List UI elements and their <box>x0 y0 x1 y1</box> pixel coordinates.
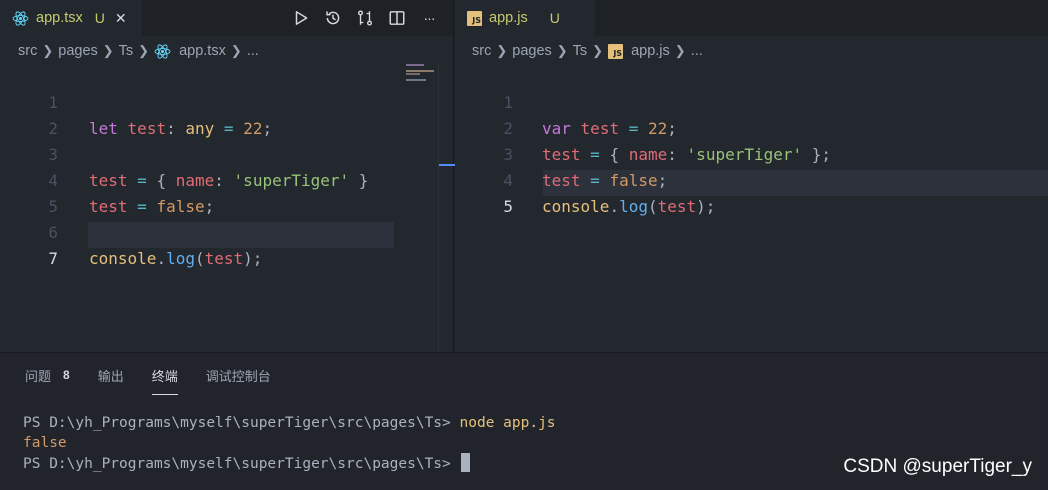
more-icon[interactable]: ··· <box>419 8 439 28</box>
tab-problems[interactable]: 问题 8 <box>25 353 70 397</box>
breadcrumb-file-label: app.js <box>631 43 670 59</box>
problem-count-badge: 8 <box>63 368 70 382</box>
code-line: 7 <box>0 220 58 268</box>
terminal-line: PS D:\yh_Programs\myself\superTiger\src\… <box>23 453 556 473</box>
compare-icon[interactable] <box>355 8 375 28</box>
untracked-badge: U <box>94 10 105 26</box>
tab-label: 输出 <box>97 368 124 384</box>
code-line: 3 test = { name: 'superTiger' } <box>0 116 368 190</box>
breadcrumb-file-label: app.tsx <box>179 43 226 59</box>
breadcrumb-src[interactable]: src <box>18 43 37 59</box>
watermark: CSDN @superTiger_y <box>843 456 1032 477</box>
right-tab-bar: JS app.js U <box>455 0 1048 36</box>
tab-label: 调试控制台 <box>205 368 271 384</box>
chevron-right-icon: ❯ <box>138 43 150 58</box>
react-icon <box>12 10 29 26</box>
left-editor-group: app.tsx U ✕ ··· src ❯ pages ❯ Ts ❯ app.t… <box>0 0 455 352</box>
untracked-badge: U <box>549 10 560 26</box>
breadcrumb-ts[interactable]: Ts <box>573 43 588 59</box>
line-number: 5 <box>503 197 513 216</box>
breadcrumb-pages[interactable]: pages <box>58 43 98 59</box>
chevron-right-icon: ❯ <box>592 43 604 58</box>
code-line: 1 var test = 22; <box>455 64 677 138</box>
chevron-right-icon: ❯ <box>42 43 54 58</box>
tab-debug-console[interactable]: 调试控制台 <box>206 353 271 397</box>
terminal-cursor <box>460 453 470 472</box>
code-line: 4 console.log(test); <box>455 142 715 216</box>
tab-app-tsx[interactable]: app.tsx U ✕ <box>0 0 142 36</box>
current-line-highlight <box>88 222 394 248</box>
close-icon[interactable]: ✕ <box>115 10 127 27</box>
line-number: 7 <box>48 249 58 268</box>
terminal-output: false <box>23 435 67 451</box>
editor-toolbar: ··· <box>291 0 439 36</box>
terminal-prompt: PS D:\yh_Programs\myself\superTiger\src\… <box>23 415 451 431</box>
tab-label: app.tsx <box>36 10 83 26</box>
chevron-right-icon: ❯ <box>496 43 508 58</box>
vertical-scrollbar[interactable] <box>438 64 455 352</box>
react-icon <box>154 43 171 59</box>
code-line: 3 test = false; <box>455 116 667 190</box>
code-line: 1 let test: any = 22; <box>0 64 272 138</box>
terminal-line: false <box>23 433 556 453</box>
breadcrumb: src ❯ pages ❯ Ts ❯ JS app.js ❯ ... <box>472 36 703 66</box>
chevron-right-icon: ❯ <box>102 43 114 58</box>
tab-output[interactable]: 输出 <box>98 353 124 397</box>
code-line: 5 <box>0 168 58 216</box>
breadcrumb: src ❯ pages ❯ Ts ❯ app.tsx ❯ ... <box>18 36 259 66</box>
tab-terminal[interactable]: 终端 <box>151 353 178 397</box>
right-editor-group: JS app.js U src ❯ pages ❯ Ts ❯ JS app.js… <box>455 0 1048 352</box>
js-icon: JS <box>467 10 482 26</box>
code-line: 4 test = false; <box>0 142 214 216</box>
panel-tabs: 问题 8 输出 终端 调试控制台 <box>25 353 299 397</box>
code-editor[interactable]: 1 let test: any = 22; 2 3 test = { name:… <box>0 64 455 352</box>
minimap[interactable] <box>398 64 438 352</box>
breadcrumb-symbol[interactable]: ... <box>691 43 703 59</box>
run-icon[interactable] <box>291 8 311 28</box>
breadcrumb-file[interactable]: JS app.js <box>608 43 670 59</box>
code-line: 2 test = { name: 'superTiger' }; <box>455 90 831 164</box>
terminal-line: PS D:\yh_Programs\myself\superTiger\src\… <box>23 413 556 433</box>
bottom-panel: 问题 8 输出 终端 调试控制台 PS D:\yh_Programs\mysel… <box>0 352 1048 490</box>
breadcrumb-file[interactable]: app.tsx <box>154 43 226 60</box>
tab-label: 终端 <box>151 368 178 384</box>
js-icon: JS <box>608 43 624 59</box>
tab-label: 问题 <box>25 368 52 384</box>
breadcrumb-ts[interactable]: Ts <box>119 43 134 59</box>
code-editor[interactable]: 1 var test = 22; 2 test = { name: 'super… <box>455 64 1048 352</box>
breadcrumb-symbol[interactable]: ... <box>247 43 259 59</box>
left-tab-bar: app.tsx U ✕ ··· <box>0 0 453 36</box>
code-line: 6 console.log(test); <box>0 194 262 268</box>
terminal[interactable]: PS D:\yh_Programs\myself\superTiger\src\… <box>23 413 556 473</box>
terminal-command: node app.js <box>459 415 556 431</box>
history-icon[interactable] <box>323 8 343 28</box>
breadcrumb-src[interactable]: src <box>472 43 491 59</box>
tab-label: app.js <box>489 10 528 26</box>
code-line: 5 <box>455 168 513 216</box>
code-line: 2 <box>0 90 58 138</box>
terminal-prompt: PS D:\yh_Programs\myself\superTiger\src\… <box>23 456 451 472</box>
chevron-right-icon: ❯ <box>674 43 686 58</box>
breadcrumb-pages[interactable]: pages <box>512 43 552 59</box>
tab-app-js[interactable]: JS app.js U <box>455 0 595 36</box>
split-editor-icon[interactable] <box>387 8 407 28</box>
chevron-right-icon: ❯ <box>556 43 568 58</box>
chevron-right-icon: ❯ <box>230 43 242 58</box>
scroll-position-marker <box>439 164 455 166</box>
